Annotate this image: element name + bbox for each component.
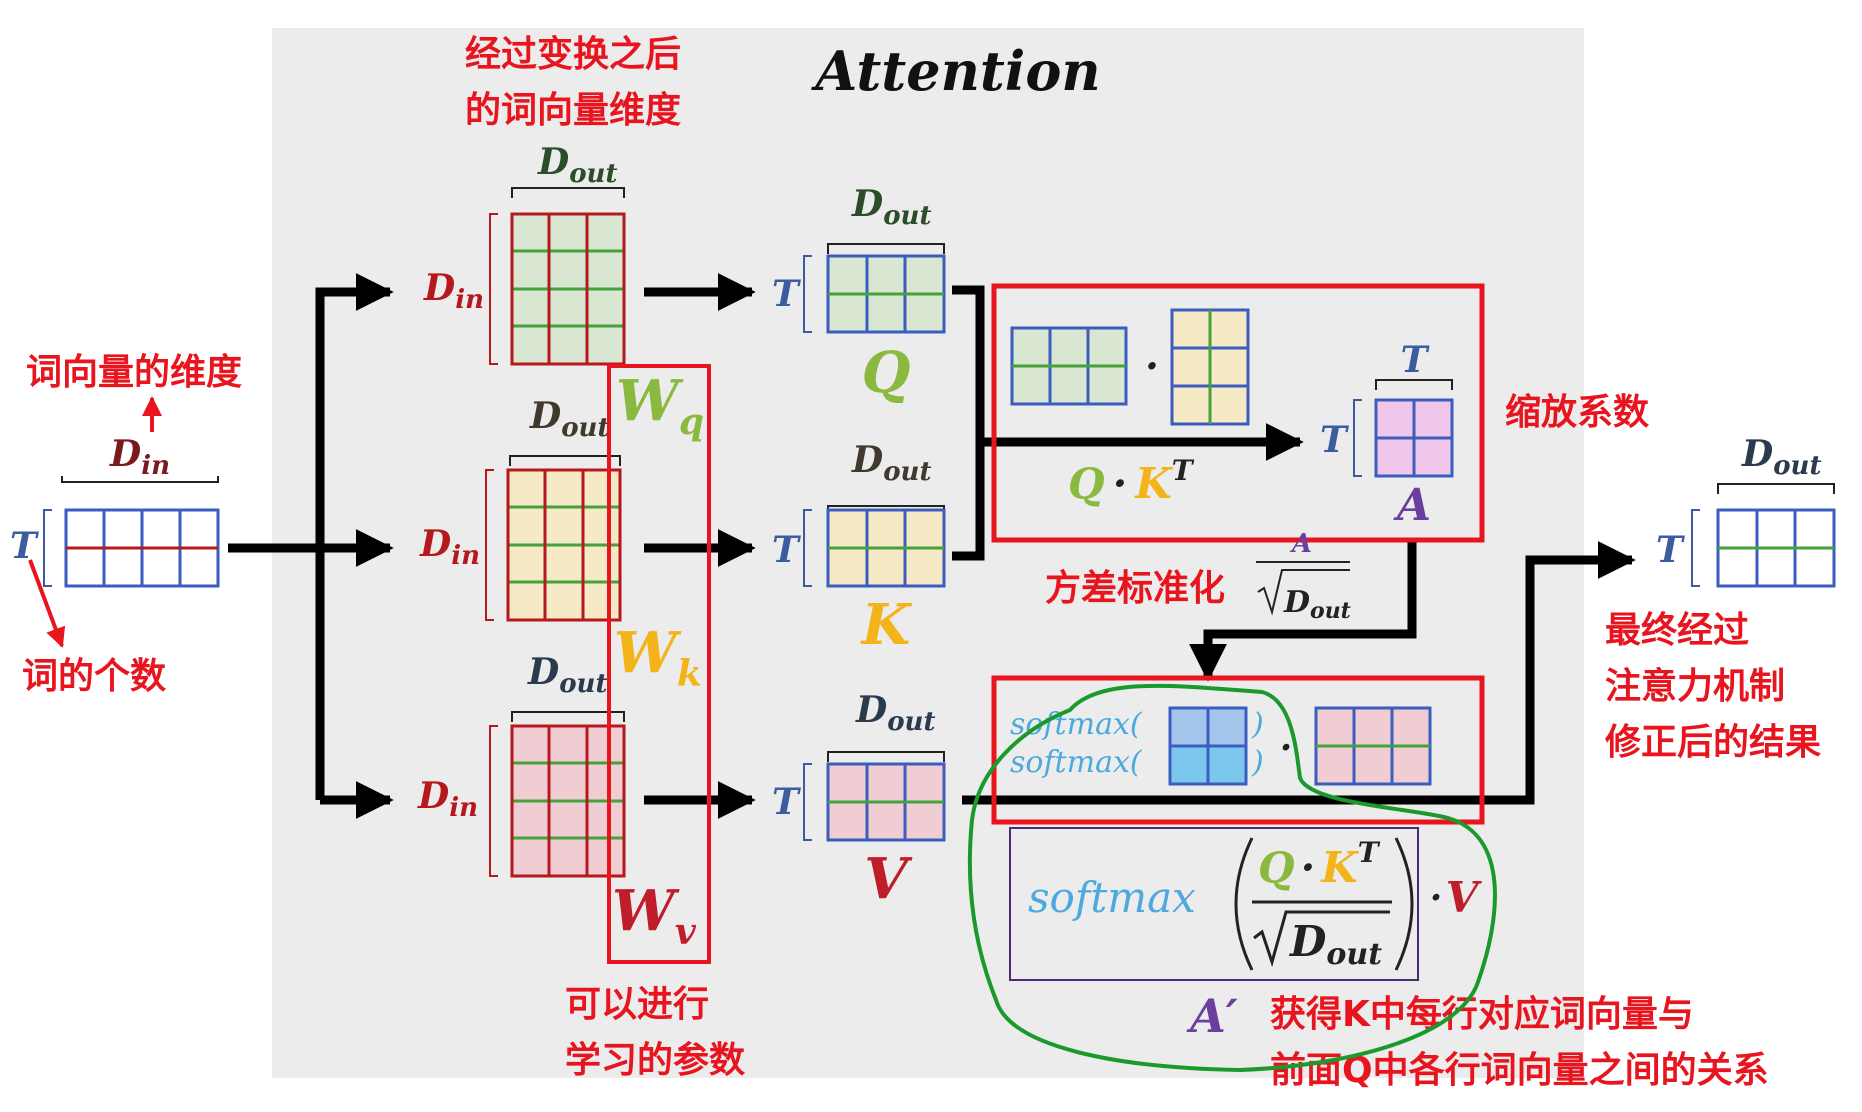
diagram-canvas: Attention 经过变换之后 的词向量维度 词向量的维度 词的个数 可以进行… bbox=[10, 28, 1836, 1091]
output-t-label: T bbox=[1656, 529, 1685, 571]
softmax-v-matrix bbox=[1314, 706, 1432, 786]
formula-softmax: softmax bbox=[1028, 873, 1196, 922]
annotation-word-count: 词的个数 bbox=[22, 656, 166, 697]
k-label: K bbox=[860, 592, 913, 658]
softmax-close-bottom: ) bbox=[1251, 745, 1264, 780]
output-dout-label: Dout bbox=[1741, 433, 1821, 481]
annotation-scale-factor: 缩放系数 bbox=[1505, 392, 1649, 433]
softmax-dot: · bbox=[1280, 727, 1293, 769]
annotation-final-1: 最终经过 bbox=[1605, 610, 1749, 651]
qk-right-matrix-kt bbox=[1170, 308, 1250, 426]
attention-diagram: Attention 经过变换之后 的词向量维度 词向量的维度 词的个数 可以进行… bbox=[0, 0, 1862, 1112]
annotation-word-vector-dim: 词向量的维度 bbox=[26, 352, 242, 393]
q-t-label: T bbox=[772, 273, 801, 315]
a-t-top-label: T bbox=[1401, 339, 1430, 381]
output-matrix-group: Dout T bbox=[1656, 433, 1836, 588]
qk-dot: · bbox=[1145, 343, 1159, 390]
annotation-learnable-2: 学习的参数 bbox=[565, 1039, 745, 1081]
formula-dot: · bbox=[1430, 877, 1443, 919]
scaling-numerator: A bbox=[1289, 529, 1312, 559]
annotation-variance-norm: 方差标准化 bbox=[1045, 568, 1225, 609]
softmax-close-top: ) bbox=[1251, 707, 1264, 742]
q-label: Q bbox=[862, 340, 911, 406]
formula-v: V bbox=[1446, 873, 1483, 922]
input-matrix-group: Din T bbox=[10, 433, 220, 588]
softmax-label-bottom: softmax( bbox=[1010, 745, 1143, 780]
annotation-learnable-1: 可以进行 bbox=[565, 984, 709, 1025]
input-t-label: T bbox=[10, 525, 39, 567]
v-t-label: T bbox=[772, 781, 801, 823]
annotation-after-transform-2: 的词向量维度 bbox=[465, 90, 681, 131]
red-arrow-down bbox=[28, 559, 66, 648]
qk-left-matrix bbox=[1010, 326, 1128, 406]
softmax-a-matrix bbox=[1168, 706, 1248, 786]
k-t-label: T bbox=[772, 529, 801, 571]
diagram-title: Attention bbox=[810, 39, 1100, 103]
input-din-label: Din bbox=[109, 433, 170, 481]
annotation-relation-1: 获得K中每行对应词向量与 bbox=[1270, 994, 1694, 1035]
annotation-final-2: 注意力机制 bbox=[1605, 666, 1785, 707]
annotation-final-3: 修正后的结果 bbox=[1605, 722, 1821, 763]
annotation-after-transform-1: 经过变换之后 bbox=[465, 33, 681, 75]
a-label: A bbox=[1393, 480, 1431, 531]
a-prime-label: A′ bbox=[1186, 989, 1238, 1043]
softmax-label-top: softmax( bbox=[1010, 707, 1143, 742]
a-t-left-label: T bbox=[1320, 419, 1349, 461]
v-label: V bbox=[864, 846, 913, 912]
